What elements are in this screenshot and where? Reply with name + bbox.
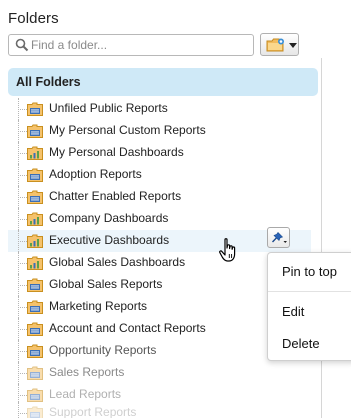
folder-label: Global Sales Dashboards — [49, 255, 186, 269]
folder-label: Account and Contact Reports — [49, 321, 206, 335]
search-icon — [15, 38, 29, 52]
folder-label: Company Dashboards — [49, 211, 169, 225]
folder-label: Lead Reports — [49, 387, 122, 401]
folder-label: Marketing Reports — [49, 299, 148, 313]
folder-item-hovered[interactable]: Executive Dashboards — [8, 230, 311, 252]
folder-item[interactable]: Unfiled Public Reports — [8, 98, 308, 120]
report-folder-icon — [27, 322, 43, 336]
menu-item-pin-to-top[interactable]: Pin to top — [282, 264, 337, 279]
folder-item[interactable]: Global Sales Reports — [8, 274, 308, 296]
folder-item[interactable]: Support Reports — [8, 402, 308, 418]
dashboard-folder-icon — [27, 256, 43, 270]
folder-label: My Personal Custom Reports — [49, 123, 206, 137]
folder-label: Opportunity Reports — [49, 343, 157, 357]
report-folder-icon — [27, 344, 43, 358]
report-folder-icon — [27, 190, 43, 204]
pin-icon — [271, 232, 287, 243]
folder-label: Executive Dashboards — [49, 233, 170, 247]
folder-search-box[interactable] — [8, 34, 254, 56]
panel-divider — [321, 58, 322, 418]
report-folder-icon — [27, 300, 43, 314]
folder-search-input[interactable] — [31, 37, 249, 53]
folder-context-menu: Pin to top Edit Delete — [267, 252, 351, 361]
hand-pointer-cursor-icon — [219, 238, 236, 262]
folder-label: Unfiled Public Reports — [49, 101, 168, 115]
report-folder-icon — [27, 388, 43, 402]
folder-label: Adoption Reports — [49, 167, 142, 181]
folders-panel: Folders All Folders Unfiled Public — [0, 0, 351, 418]
folder-label: Chatter Enabled Reports — [49, 189, 182, 203]
dashboard-folder-icon — [27, 212, 43, 226]
folder-item[interactable]: Sales Reports — [8, 362, 308, 384]
chevron-down-icon — [289, 43, 297, 48]
new-folder-icon — [266, 38, 284, 52]
menu-item-edit[interactable]: Edit — [282, 304, 304, 319]
folder-item[interactable]: Account and Contact Reports — [8, 318, 308, 340]
report-folder-icon — [27, 278, 43, 292]
folder-item[interactable]: Chatter Enabled Reports — [8, 186, 308, 208]
folder-item[interactable]: Global Sales Dashboards — [8, 252, 308, 274]
folder-label: Global Sales Reports — [49, 277, 163, 291]
dashboard-folder-icon — [27, 234, 43, 248]
report-folder-icon — [27, 366, 43, 380]
folder-item[interactable]: Adoption Reports — [8, 164, 308, 186]
new-folder-menu-button[interactable] — [260, 33, 299, 56]
folder-item[interactable]: My Personal Custom Reports — [8, 120, 308, 142]
folder-item[interactable]: Company Dashboards — [8, 208, 308, 230]
menu-item-delete[interactable]: Delete — [282, 336, 320, 351]
report-folder-icon — [27, 168, 43, 182]
menu-divider — [268, 291, 351, 292]
folder-label: Support Reports — [49, 405, 137, 418]
folder-label: Sales Reports — [49, 365, 125, 379]
folder-item[interactable]: Marketing Reports — [8, 296, 308, 318]
folder-item[interactable]: Opportunity Reports — [8, 340, 308, 362]
folder-item[interactable]: My Personal Dashboards — [8, 142, 308, 164]
dashboard-folder-icon — [27, 146, 43, 160]
report-folder-icon — [27, 124, 43, 138]
report-folder-icon — [27, 102, 43, 116]
folder-actions-button[interactable] — [267, 227, 290, 248]
report-folder-icon — [27, 406, 43, 418]
all-folders-item[interactable]: All Folders — [8, 68, 318, 96]
panel-title: Folders — [8, 10, 59, 27]
folder-label: My Personal Dashboards — [49, 145, 184, 159]
